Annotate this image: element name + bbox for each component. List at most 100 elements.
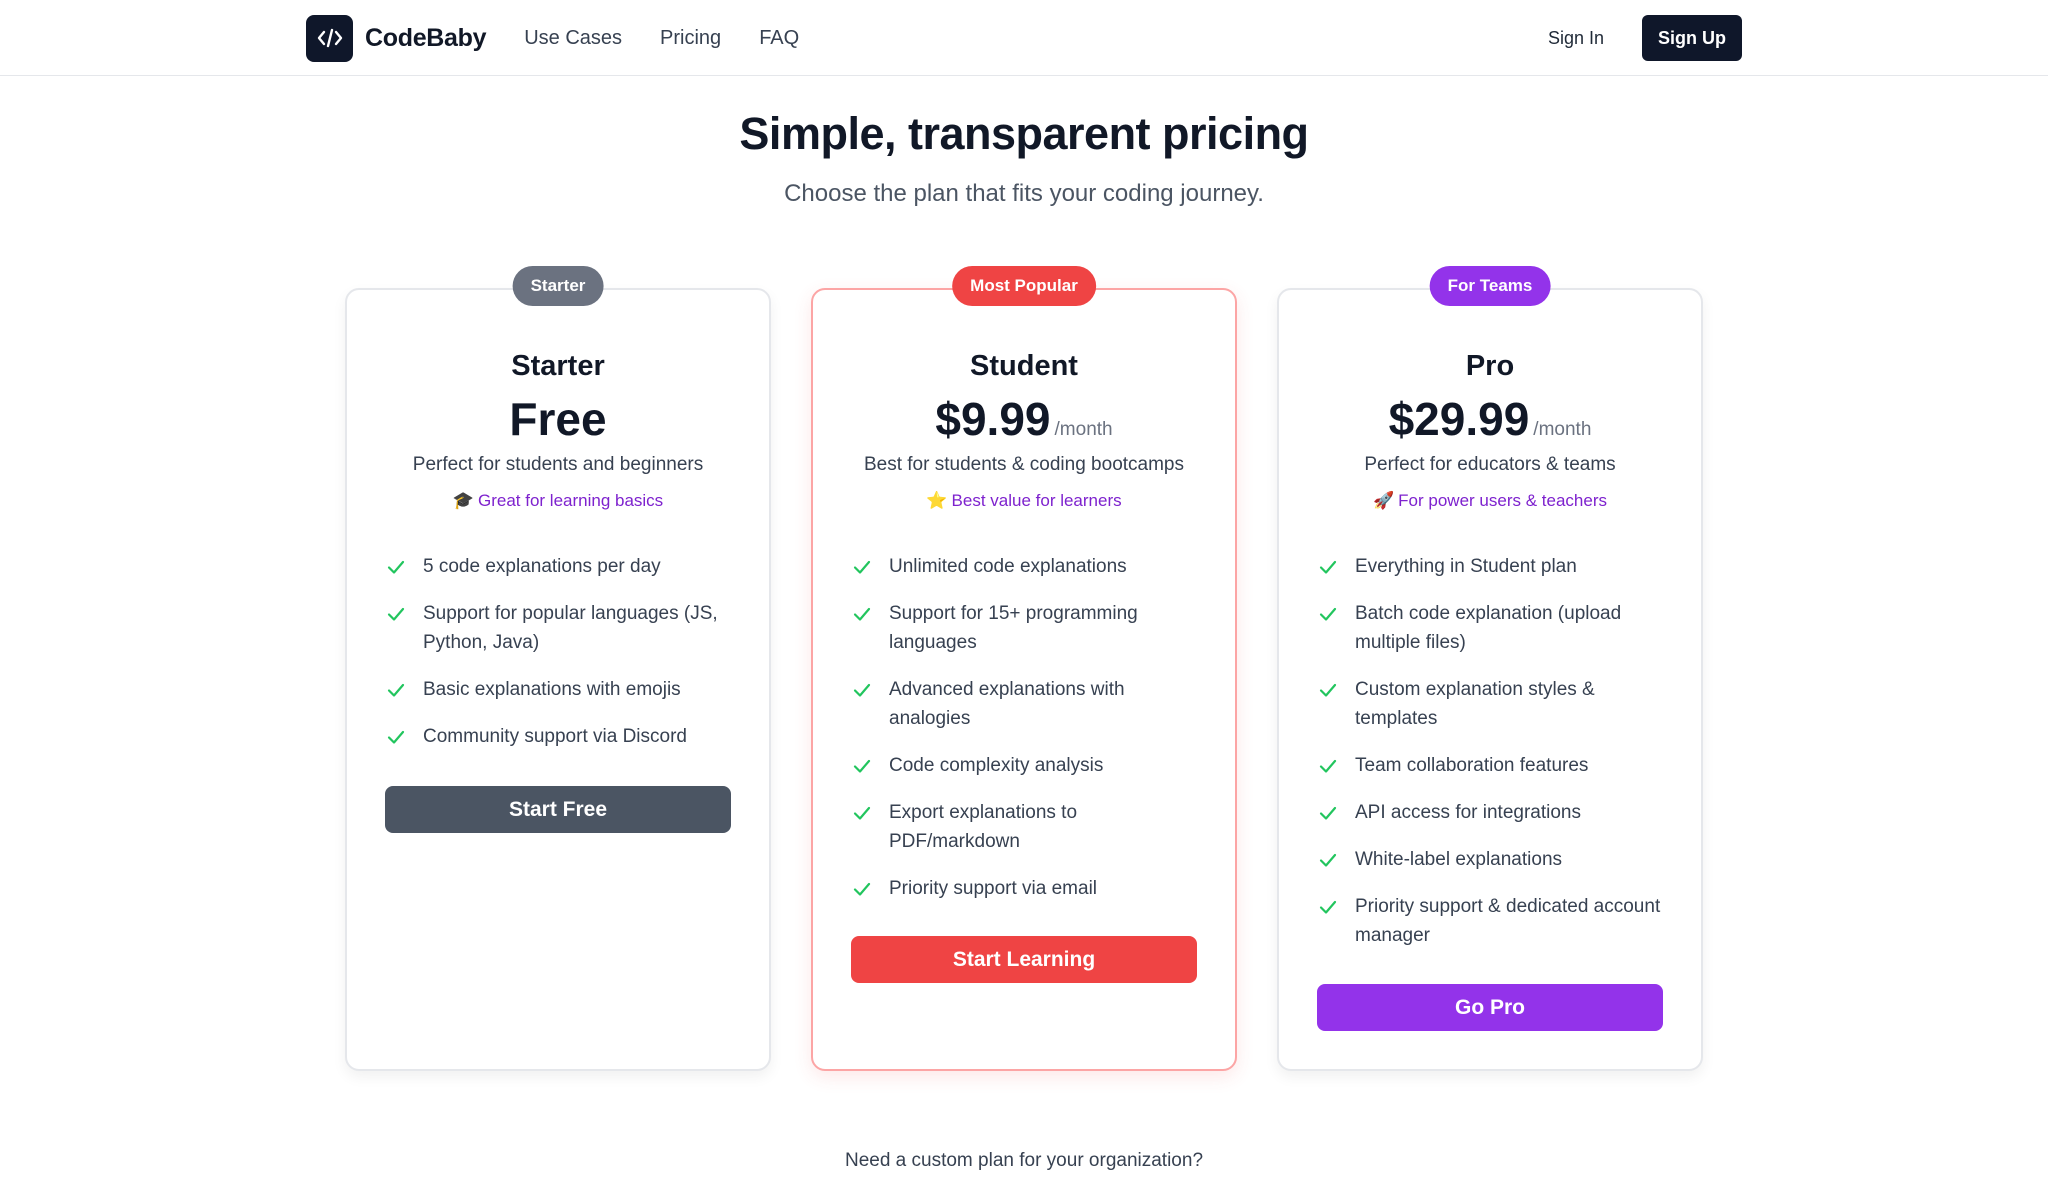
feature-text: API access for integrations xyxy=(1355,802,1581,823)
feature-text: Batch code explanation (upload multiple … xyxy=(1355,603,1622,653)
pricing-card-student: Most Popular Student $9.99/month Best for s… xyxy=(811,266,1237,1071)
feature-text: Team collaboration features xyxy=(1355,755,1589,776)
plan-badge: Most Popular xyxy=(952,266,1096,306)
plan-name: Starter xyxy=(511,350,605,382)
feature-item: Priority support & dedicated account man… xyxy=(1317,892,1663,950)
nav-links: Use Cases Pricing FAQ xyxy=(524,27,799,50)
checkmark-icon xyxy=(1319,853,1337,867)
feature-text: Export explanations to PDF/markdown xyxy=(889,802,1078,852)
top-navbar: CodeBaby Use Cases Pricing FAQ Sign In S… xyxy=(0,0,2048,76)
feature-text: Support for popular languages (JS, Pytho… xyxy=(423,603,718,653)
plan-period: /month xyxy=(1533,419,1592,440)
nav-link-pricing[interactable]: Pricing xyxy=(660,27,721,50)
plan-note-emoji-icon: 🚀 xyxy=(1373,491,1395,510)
feature-item: Export explanations to PDF/markdown xyxy=(851,798,1197,856)
feature-item: Support for 15+ programming languages xyxy=(851,599,1197,657)
navbar-inner: CodeBaby Use Cases Pricing FAQ Sign In S… xyxy=(306,0,1742,76)
plan-price-row: $29.99/month xyxy=(1279,392,1701,446)
checkmark-icon xyxy=(1319,806,1337,820)
feature-text: Everything in Student plan xyxy=(1355,556,1577,577)
plan-note-emoji-icon: ⭐ xyxy=(926,491,948,510)
feature-item: Everything in Student plan xyxy=(1317,552,1663,581)
plan-features: Everything in Student plan Batch code exp… xyxy=(1317,552,1663,968)
starter-cta-button[interactable]: Start Free xyxy=(385,786,731,833)
feature-item: 5 code explanations per day xyxy=(385,552,731,581)
checkmark-icon xyxy=(1319,759,1337,773)
pricing-card-starter: Starter Starter Free Perfect for students a… xyxy=(345,266,771,1071)
checkmark-icon xyxy=(853,759,871,773)
sign-up-button[interactable]: Sign Up xyxy=(1642,15,1742,61)
plan-description: Best for students & coding bootcamps xyxy=(863,454,1184,475)
student-cta-button[interactable]: Start Learning xyxy=(851,936,1197,983)
plan-price-row: $9.99/month xyxy=(813,392,1235,446)
plan-note: ⭐ Best value for learners xyxy=(813,491,1235,511)
checkmark-icon xyxy=(853,560,871,574)
feature-text: Community support via Discord xyxy=(423,726,687,747)
plan-price: Free xyxy=(509,393,607,445)
plan-note: 🚀 For power users & teachers xyxy=(1279,491,1701,511)
feature-item: Team collaboration features xyxy=(1317,751,1663,780)
plan-note-text: Best value for learners xyxy=(951,491,1122,510)
checkmark-icon xyxy=(1319,900,1337,914)
plan-price: $29.99 xyxy=(1388,393,1530,445)
feature-item: Support for popular languages (JS, Pytho… xyxy=(385,599,731,657)
feature-item: White-label explanations xyxy=(1317,845,1663,874)
plan-price-row: Free xyxy=(347,392,769,446)
plan-description: Perfect for educators & teams xyxy=(1364,454,1616,475)
plan-note-emoji-icon: 🎓 xyxy=(452,491,474,510)
feature-text: White-label explanations xyxy=(1355,849,1563,870)
code-logo-icon[interactable] xyxy=(306,14,353,62)
plan-note-text: Great for learning basics xyxy=(477,491,664,510)
checkmark-icon xyxy=(1319,560,1337,574)
feature-item: Advanced explanations with analogies xyxy=(851,675,1197,733)
feature-item: Unlimited code explanations xyxy=(851,552,1197,581)
custom-plan-question: Need a custom plan for your organization… xyxy=(844,1150,1204,1171)
feature-text: Custom explanation styles & templates xyxy=(1355,679,1595,729)
feature-text: Support for 15+ programming languages xyxy=(889,603,1138,653)
brand-name[interactable]: CodeBaby xyxy=(365,24,487,53)
page-title: Simple, transparent pricing xyxy=(739,108,1309,159)
checkmark-icon xyxy=(387,683,405,697)
checkmark-icon xyxy=(1319,683,1337,697)
plan-description: Perfect for students and beginners xyxy=(412,454,704,475)
checkmark-icon xyxy=(387,730,405,744)
checkmark-icon xyxy=(387,607,405,621)
sign-in-link[interactable]: Sign In xyxy=(1548,28,1604,49)
feature-text: Unlimited code explanations xyxy=(889,556,1127,577)
plan-features: 5 code explanations per day Support for p… xyxy=(385,552,731,769)
pricing-card-pro: For Teams Pro $29.99/month Perfect for educ… xyxy=(1277,266,1703,1071)
checkmark-icon xyxy=(1319,607,1337,621)
feature-item: Custom explanation styles & templates xyxy=(1317,675,1663,733)
feature-item: API access for integrations xyxy=(1317,798,1663,827)
plan-note-text: For power users & teachers xyxy=(1398,491,1607,510)
checkmark-icon xyxy=(853,683,871,697)
checkmark-icon xyxy=(853,882,871,896)
plan-period: /month xyxy=(1054,419,1113,440)
page-subtitle: Choose the plan that fits your coding jo… xyxy=(784,180,1264,207)
plan-price: $9.99 xyxy=(935,393,1051,445)
feature-text: Priority support via email xyxy=(889,878,1098,899)
pro-cta-button[interactable]: Go Pro xyxy=(1317,984,1663,1031)
feature-text: Advanced explanations with analogies xyxy=(889,679,1125,729)
plan-badge: Starter xyxy=(512,266,604,306)
feature-item: Batch code explanation (upload multiple … xyxy=(1317,599,1663,657)
feature-text: Code complexity analysis xyxy=(889,755,1104,776)
plan-features: Unlimited code explanations Support for 1… xyxy=(851,552,1197,921)
feature-text: 5 code explanations per day xyxy=(423,556,661,577)
feature-item: Community support via Discord xyxy=(385,722,731,751)
plan-name: Student xyxy=(970,350,1078,382)
checkmark-icon xyxy=(387,560,405,574)
checkmark-icon xyxy=(853,806,871,820)
plan-name: Pro xyxy=(1465,350,1515,382)
nav-link-use-cases[interactable]: Use Cases xyxy=(524,27,622,50)
checkmark-icon xyxy=(853,607,871,621)
plan-badge: For Teams xyxy=(1429,266,1551,306)
nav-auth: Sign In Sign Up xyxy=(1548,15,1742,61)
feature-text: Basic explanations with emojis xyxy=(423,679,681,700)
nav-link-faq[interactable]: FAQ xyxy=(759,27,799,50)
feature-item: Basic explanations with emojis xyxy=(385,675,731,704)
feature-item: Priority support via email xyxy=(851,874,1197,903)
feature-text: Priority support & dedicated account man… xyxy=(1355,896,1661,946)
feature-item: Code complexity analysis xyxy=(851,751,1197,780)
plan-note: 🎓 Great for learning basics xyxy=(347,491,769,511)
